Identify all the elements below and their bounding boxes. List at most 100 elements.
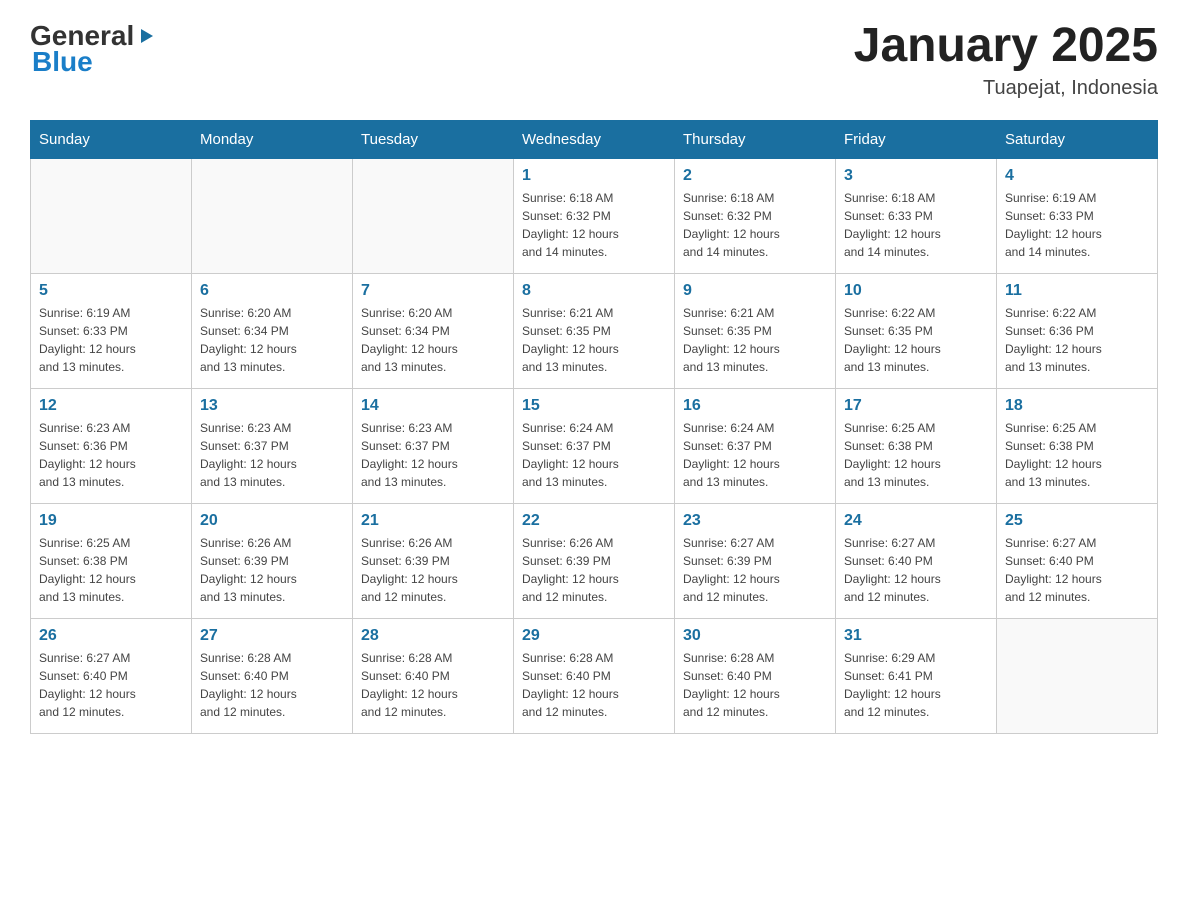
calendar-cell: 5 Sunrise: 6:19 AM Sunset: 6:33 PM Daylig… xyxy=(31,273,192,388)
month-title: January 2025 xyxy=(854,20,1158,73)
title-area: January 2025 Tuapejat, Indonesia xyxy=(854,20,1158,100)
day-info: Sunrise: 6:18 AM Sunset: 6:32 PM Dayligh… xyxy=(683,189,827,261)
day-number: 16 xyxy=(683,397,827,415)
day-info: Sunrise: 6:24 AM Sunset: 6:37 PM Dayligh… xyxy=(522,419,666,491)
day-info: Sunrise: 6:25 AM Sunset: 6:38 PM Dayligh… xyxy=(1005,419,1149,491)
day-info: Sunrise: 6:21 AM Sunset: 6:35 PM Dayligh… xyxy=(522,304,666,376)
col-header-tuesday: Tuesday xyxy=(353,120,514,158)
day-number: 27 xyxy=(200,627,344,645)
calendar-cell: 21Sunrise: 6:26 AM Sunset: 6:39 PM Dayli… xyxy=(353,503,514,618)
calendar-cell: 27 Sunrise: 6:28 AM Sunset: 6:40 PM Dayli… xyxy=(192,618,353,733)
calendar-cell: 7 Sunrise: 6:20 AM Sunset: 6:34 PM Daylig… xyxy=(353,273,514,388)
day-number: 31 xyxy=(844,627,988,645)
week-row-3: 12 Sunrise: 6:23 AM Sunset: 6:36 PM Dayli… xyxy=(31,388,1158,503)
day-info: Sunrise: 6:22 AM Sunset: 6:36 PM Dayligh… xyxy=(1005,304,1149,376)
day-info: Sunrise: 6:28 AM Sunset: 6:40 PM Dayligh… xyxy=(361,649,505,721)
day-info: Sunrise: 6:19 AM Sunset: 6:33 PM Dayligh… xyxy=(39,304,183,376)
calendar-cell: 11 Sunrise: 6:22 AM Sunset: 6:36 PM Dayli… xyxy=(997,273,1158,388)
day-info: Sunrise: 6:25 AM Sunset: 6:38 PM Dayligh… xyxy=(39,534,183,606)
calendar-cell: 8Sunrise: 6:21 AM Sunset: 6:35 PM Daylig… xyxy=(514,273,675,388)
day-info: Sunrise: 6:27 AM Sunset: 6:40 PM Dayligh… xyxy=(844,534,988,606)
day-number: 12 xyxy=(39,397,183,415)
calendar-cell: 6 Sunrise: 6:20 AM Sunset: 6:34 PM Daylig… xyxy=(192,273,353,388)
day-info: Sunrise: 6:27 AM Sunset: 6:39 PM Dayligh… xyxy=(683,534,827,606)
day-number: 18 xyxy=(1005,397,1149,415)
day-number: 11 xyxy=(1005,282,1149,300)
calendar-cell: 16 Sunrise: 6:24 AM Sunset: 6:37 PM Dayli… xyxy=(675,388,836,503)
col-header-monday: Monday xyxy=(192,120,353,158)
day-number: 30 xyxy=(683,627,827,645)
logo-blue-text: Blue xyxy=(30,46,156,78)
day-info: Sunrise: 6:28 AM Sunset: 6:40 PM Dayligh… xyxy=(200,649,344,721)
day-info: Sunrise: 6:23 AM Sunset: 6:36 PM Dayligh… xyxy=(39,419,183,491)
calendar-cell: 13Sunrise: 6:23 AM Sunset: 6:37 PM Dayli… xyxy=(192,388,353,503)
day-info: Sunrise: 6:24 AM Sunset: 6:37 PM Dayligh… xyxy=(683,419,827,491)
logo: General Blue xyxy=(30,20,156,78)
day-number: 2 xyxy=(683,167,827,185)
calendar-cell xyxy=(192,158,353,273)
day-number: 20 xyxy=(200,512,344,530)
col-header-sunday: Sunday xyxy=(31,120,192,158)
day-number: 9 xyxy=(683,282,827,300)
day-info: Sunrise: 6:18 AM Sunset: 6:33 PM Dayligh… xyxy=(844,189,988,261)
day-info: Sunrise: 6:27 AM Sunset: 6:40 PM Dayligh… xyxy=(1005,534,1149,606)
calendar-cell: 4 Sunrise: 6:19 AM Sunset: 6:33 PM Daylig… xyxy=(997,158,1158,273)
calendar-cell: 9 Sunrise: 6:21 AM Sunset: 6:35 PM Daylig… xyxy=(675,273,836,388)
calendar-cell: 31 Sunrise: 6:29 AM Sunset: 6:41 PM Dayli… xyxy=(836,618,997,733)
day-info: Sunrise: 6:27 AM Sunset: 6:40 PM Dayligh… xyxy=(39,649,183,721)
calendar-header-row: SundayMondayTuesdayWednesdayThursdayFrid… xyxy=(31,120,1158,158)
week-row-5: 26 Sunrise: 6:27 AM Sunset: 6:40 PM Dayli… xyxy=(31,618,1158,733)
calendar-cell: 28 Sunrise: 6:28 AM Sunset: 6:40 PM Dayli… xyxy=(353,618,514,733)
day-number: 19 xyxy=(39,512,183,530)
calendar-cell: 20 Sunrise: 6:26 AM Sunset: 6:39 PM Dayli… xyxy=(192,503,353,618)
calendar-cell: 10 Sunrise: 6:22 AM Sunset: 6:35 PM Dayli… xyxy=(836,273,997,388)
col-header-saturday: Saturday xyxy=(997,120,1158,158)
day-info: Sunrise: 6:23 AM Sunset: 6:37 PM Dayligh… xyxy=(200,419,344,491)
day-info: Sunrise: 6:26 AM Sunset: 6:39 PM Dayligh… xyxy=(200,534,344,606)
day-info: Sunrise: 6:20 AM Sunset: 6:34 PM Dayligh… xyxy=(200,304,344,376)
day-info: Sunrise: 6:19 AM Sunset: 6:33 PM Dayligh… xyxy=(1005,189,1149,261)
day-number: 7 xyxy=(361,282,505,300)
day-number: 28 xyxy=(361,627,505,645)
calendar-cell: 22Sunrise: 6:26 AM Sunset: 6:39 PM Dayli… xyxy=(514,503,675,618)
header: General Blue January 2025 Tuapejat, Indo… xyxy=(30,20,1158,100)
day-number: 17 xyxy=(844,397,988,415)
calendar-cell: 2 Sunrise: 6:18 AM Sunset: 6:32 PM Daylig… xyxy=(675,158,836,273)
day-info: Sunrise: 6:28 AM Sunset: 6:40 PM Dayligh… xyxy=(522,649,666,721)
day-info: Sunrise: 6:21 AM Sunset: 6:35 PM Dayligh… xyxy=(683,304,827,376)
calendar-cell: 24 Sunrise: 6:27 AM Sunset: 6:40 PM Dayli… xyxy=(836,503,997,618)
day-number: 21 xyxy=(361,512,505,530)
day-number: 22 xyxy=(522,512,666,530)
calendar-cell: 29Sunrise: 6:28 AM Sunset: 6:40 PM Dayli… xyxy=(514,618,675,733)
calendar-cell: 12 Sunrise: 6:23 AM Sunset: 6:36 PM Dayli… xyxy=(31,388,192,503)
day-number: 5 xyxy=(39,282,183,300)
calendar-cell: 15Sunrise: 6:24 AM Sunset: 6:37 PM Dayli… xyxy=(514,388,675,503)
day-number: 14 xyxy=(361,397,505,415)
day-info: Sunrise: 6:22 AM Sunset: 6:35 PM Dayligh… xyxy=(844,304,988,376)
day-info: Sunrise: 6:29 AM Sunset: 6:41 PM Dayligh… xyxy=(844,649,988,721)
day-number: 24 xyxy=(844,512,988,530)
day-number: 6 xyxy=(200,282,344,300)
calendar-cell: 19 Sunrise: 6:25 AM Sunset: 6:38 PM Dayli… xyxy=(31,503,192,618)
calendar-cell: 1 Sunrise: 6:18 AM Sunset: 6:32 PM Daylig… xyxy=(514,158,675,273)
day-number: 4 xyxy=(1005,167,1149,185)
calendar-table: SundayMondayTuesdayWednesdayThursdayFrid… xyxy=(30,120,1158,734)
calendar-cell: 17 Sunrise: 6:25 AM Sunset: 6:38 PM Dayli… xyxy=(836,388,997,503)
calendar-cell xyxy=(353,158,514,273)
calendar-cell xyxy=(997,618,1158,733)
calendar-cell: 3 Sunrise: 6:18 AM Sunset: 6:33 PM Daylig… xyxy=(836,158,997,273)
calendar-cell: 14Sunrise: 6:23 AM Sunset: 6:37 PM Dayli… xyxy=(353,388,514,503)
calendar-cell xyxy=(31,158,192,273)
day-info: Sunrise: 6:18 AM Sunset: 6:32 PM Dayligh… xyxy=(522,189,666,261)
day-number: 26 xyxy=(39,627,183,645)
day-number: 3 xyxy=(844,167,988,185)
day-number: 10 xyxy=(844,282,988,300)
week-row-2: 5 Sunrise: 6:19 AM Sunset: 6:33 PM Daylig… xyxy=(31,273,1158,388)
calendar-cell: 30Sunrise: 6:28 AM Sunset: 6:40 PM Dayli… xyxy=(675,618,836,733)
day-info: Sunrise: 6:20 AM Sunset: 6:34 PM Dayligh… xyxy=(361,304,505,376)
calendar-cell: 23Sunrise: 6:27 AM Sunset: 6:39 PM Dayli… xyxy=(675,503,836,618)
day-number: 1 xyxy=(522,167,666,185)
calendar-cell: 18 Sunrise: 6:25 AM Sunset: 6:38 PM Dayli… xyxy=(997,388,1158,503)
calendar-cell: 25Sunrise: 6:27 AM Sunset: 6:40 PM Dayli… xyxy=(997,503,1158,618)
day-info: Sunrise: 6:25 AM Sunset: 6:38 PM Dayligh… xyxy=(844,419,988,491)
